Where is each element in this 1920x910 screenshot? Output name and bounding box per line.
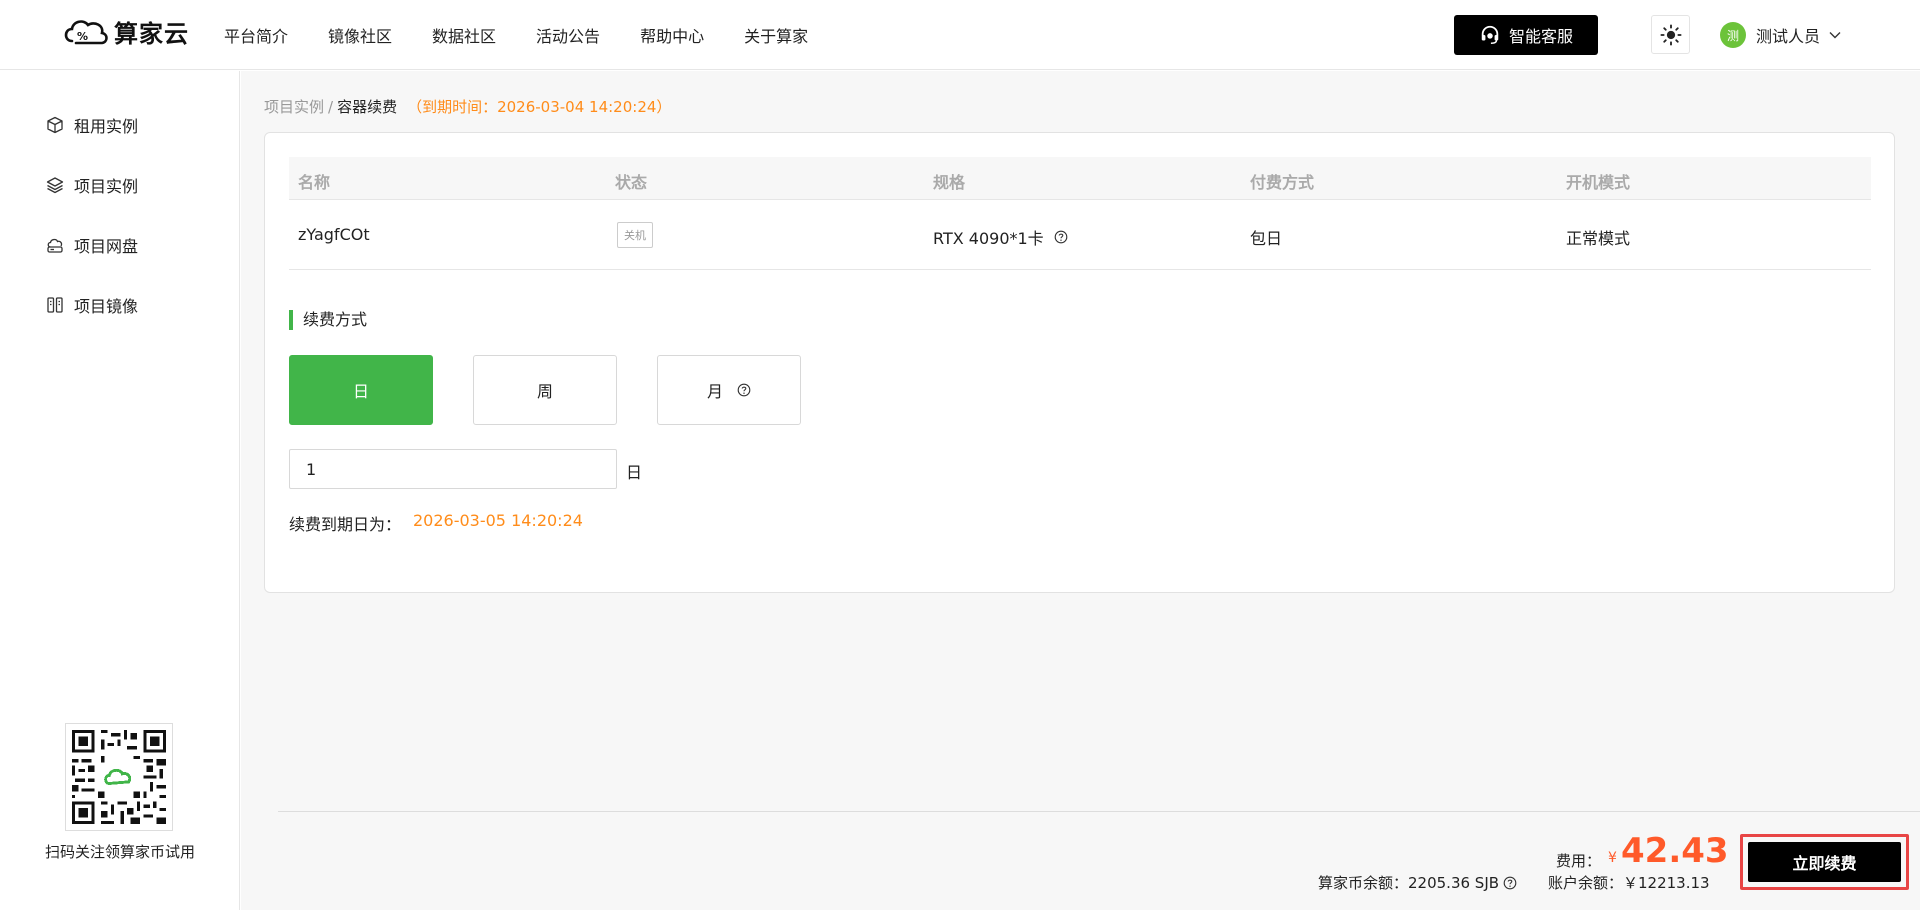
sidebar-item-label: 租用实例 — [74, 117, 139, 136]
spec-cell: RTX 4090*1卡 — [933, 225, 1068, 249]
breadcrumb: 项目实例 / 容器续费 （到期时间：2026-03-04 14:20:24） — [264, 96, 671, 117]
spec-text: RTX 4090*1卡 — [933, 229, 1044, 248]
chevron-down-icon — [1829, 32, 1841, 39]
instance-name: zYagfCOt — [298, 225, 370, 244]
qr-caption: 扫码关注领算家币试用 — [44, 843, 195, 861]
fee-amount: 42.43 — [1621, 831, 1729, 871]
cloud-disk-icon — [47, 238, 63, 253]
help-icon[interactable] — [737, 383, 751, 397]
nav-item-help[interactable]: 帮助中心 — [640, 23, 704, 47]
column-header-boot-mode: 开机模式 — [1566, 173, 1631, 192]
avatar: 测 — [1720, 22, 1746, 48]
column-header-status: 状态 — [615, 173, 648, 192]
renew-option-day[interactable]: 日 — [289, 355, 433, 425]
top-header: % 算家云 平台简介 镜像社区 数据社区 活动公告 帮助中心 关于算家 智能客服 — [0, 0, 1920, 70]
account-balance: 账户余额：￥12213.13 — [1548, 874, 1710, 892]
coin-balance: 算家币余额：2205.36 SJB — [1318, 872, 1517, 893]
layers-icon — [46, 177, 64, 194]
quantity-unit: 日 — [626, 463, 643, 482]
sidebar-item-label: 项目网盘 — [74, 237, 139, 256]
column-header-billing: 付费方式 — [1250, 173, 1315, 192]
renew-button-highlight: 立即续费 — [1740, 834, 1909, 890]
cube-icon — [47, 116, 63, 134]
renew-method-title: 续费方式 — [289, 310, 367, 330]
sidebar-item-project-disk[interactable]: 项目网盘 — [46, 233, 138, 257]
footer-divider — [278, 811, 1920, 812]
renew-expire-value: 2026-03-05 14:20:24 — [413, 511, 583, 530]
main-nav: 平台简介 镜像社区 数据社区 活动公告 帮助中心 关于算家 — [224, 0, 848, 70]
theme-toggle-button[interactable] — [1651, 15, 1690, 54]
renew-now-button[interactable]: 立即续费 — [1748, 842, 1901, 882]
logo[interactable]: % 算家云 — [62, 14, 189, 49]
breadcrumb-link-project-instance[interactable]: 项目实例 — [264, 96, 324, 117]
renew-option-month[interactable]: 月 — [657, 355, 801, 425]
sidebar-item-project-instance[interactable]: 项目实例 — [46, 173, 138, 197]
qr-code — [65, 723, 173, 831]
renew-expire-label: 续费到期日为： — [289, 515, 402, 534]
sun-icon — [1659, 23, 1682, 46]
fee-label: 费用： — [1556, 852, 1602, 870]
status-badge: 关机 — [617, 222, 653, 248]
nav-item-intro[interactable]: 平台简介 — [224, 23, 288, 47]
renew-option-label: 周 — [536, 382, 553, 401]
column-header-spec: 规格 — [933, 173, 966, 192]
sidebar: 租用实例 项目实例 项目网盘 项目镜像 扫码关注领算家币试用 — [0, 71, 240, 910]
nav-item-announcements[interactable]: 活动公告 — [536, 23, 600, 47]
logo-icon: % — [64, 19, 108, 44]
logo-text: 算家云 — [114, 20, 189, 48]
breadcrumb-current: 容器续费 — [337, 98, 398, 116]
nav-item-about[interactable]: 关于算家 — [744, 23, 808, 47]
sidebar-item-rent-instance[interactable]: 租用实例 — [46, 113, 138, 137]
smart-service-label: 智能客服 — [1508, 27, 1573, 46]
table-row: zYagfCOt 关机 RTX 4090*1卡 包日 正常模式 — [289, 200, 1871, 270]
headset-icon — [1481, 25, 1499, 44]
mirror-icon — [47, 297, 63, 313]
renew-quantity-input[interactable] — [289, 449, 617, 489]
currency-symbol: ¥ — [1608, 850, 1617, 866]
sidebar-item-project-image[interactable]: 项目镜像 — [46, 293, 138, 317]
table-header: 名称 状态 规格 付费方式 开机模式 — [289, 157, 1871, 200]
boot-mode: 正常模式 — [1566, 229, 1631, 248]
renew-option-label: 日 — [352, 382, 369, 401]
help-icon[interactable] — [1503, 876, 1517, 890]
coin-balance-text: 算家币余额：2205.36 SJB — [1318, 874, 1500, 892]
column-header-name: 名称 — [298, 173, 331, 192]
user-menu[interactable]: 测 测试人员 — [1720, 22, 1842, 48]
svg-text:%: % — [77, 30, 88, 43]
sidebar-item-label: 项目实例 — [74, 177, 139, 196]
renew-option-week[interactable]: 周 — [473, 355, 617, 425]
renew-option-label: 月 — [706, 382, 723, 401]
nav-item-image-community[interactable]: 镜像社区 — [328, 23, 392, 47]
expire-time-note: （到期时间：2026-03-04 14:20:24） — [407, 98, 672, 116]
breadcrumb-separator: / — [328, 97, 334, 116]
qr-code-image — [72, 730, 166, 824]
smart-service-button[interactable]: 智能客服 — [1454, 15, 1598, 55]
billing-type: 包日 — [1250, 229, 1283, 248]
sidebar-item-label: 项目镜像 — [74, 297, 139, 316]
help-icon[interactable] — [1054, 230, 1068, 244]
user-name: 测试人员 — [1756, 27, 1821, 46]
nav-item-data-community[interactable]: 数据社区 — [432, 23, 496, 47]
